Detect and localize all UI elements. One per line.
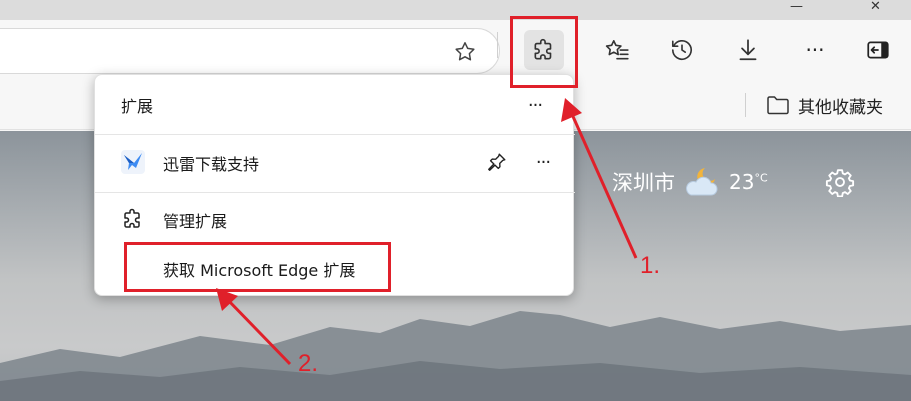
toolbar-divider	[497, 32, 498, 58]
folder-icon	[767, 96, 789, 115]
history-icon	[671, 39, 693, 61]
highlight-extensions-button	[510, 16, 578, 88]
address-bar[interactable]	[0, 28, 500, 74]
downloads-button[interactable]	[728, 30, 768, 70]
pin-extension-button[interactable]	[483, 148, 511, 176]
favorites-button[interactable]	[597, 30, 637, 70]
highlight-get-extensions	[124, 242, 391, 292]
manage-extensions-label: 管理扩展	[163, 212, 228, 231]
sidebar-button[interactable]	[858, 30, 898, 70]
page-settings-button[interactable]	[822, 164, 858, 200]
title-bar	[0, 0, 911, 20]
partly-cloudy-night-icon	[686, 168, 718, 196]
popup-divider	[95, 134, 575, 135]
favorites-bar-divider	[745, 93, 746, 117]
extensions-header-more-button[interactable]: ···	[519, 91, 551, 119]
history-button[interactable]	[662, 30, 702, 70]
settings-more-button[interactable]: ···	[795, 30, 835, 70]
close-window-button[interactable]: ✕	[870, 0, 881, 16]
pin-icon	[488, 153, 506, 171]
popup-divider	[95, 192, 575, 193]
annotation-step-1: 1.	[640, 252, 661, 279]
weather-widget[interactable]: 深圳市 23°C	[612, 162, 768, 202]
puzzle-icon	[121, 207, 145, 231]
other-favorites-button[interactable]: 其他收藏夹	[766, 92, 883, 118]
annotation-step-2: 2.	[298, 350, 319, 377]
extension-more-button[interactable]: ···	[527, 148, 559, 176]
star-outline-icon	[455, 42, 475, 61]
weather-temperature: 23°C	[729, 170, 768, 194]
other-favorites-label: 其他收藏夹	[798, 97, 883, 118]
minimize-button[interactable]: —	[790, 0, 803, 16]
temperature-unit: °C	[754, 171, 768, 185]
weather-city: 深圳市	[612, 171, 675, 195]
extensions-popup-title: 扩展	[121, 97, 154, 116]
extensions-popup-header: 扩展 ···	[95, 75, 575, 135]
manage-extensions-item[interactable]: 管理扩展	[95, 195, 575, 243]
extension-name: 迅雷下载支持	[163, 155, 260, 174]
favorites-list-icon	[605, 39, 629, 60]
add-favorite-button[interactable]	[450, 37, 480, 67]
sidebar-toggle-icon	[867, 41, 889, 59]
extension-item-xunlei[interactable]: 迅雷下载支持 ···	[95, 138, 575, 186]
gear-icon	[825, 169, 855, 197]
download-icon	[739, 39, 757, 61]
xunlei-bird-icon	[121, 150, 145, 174]
